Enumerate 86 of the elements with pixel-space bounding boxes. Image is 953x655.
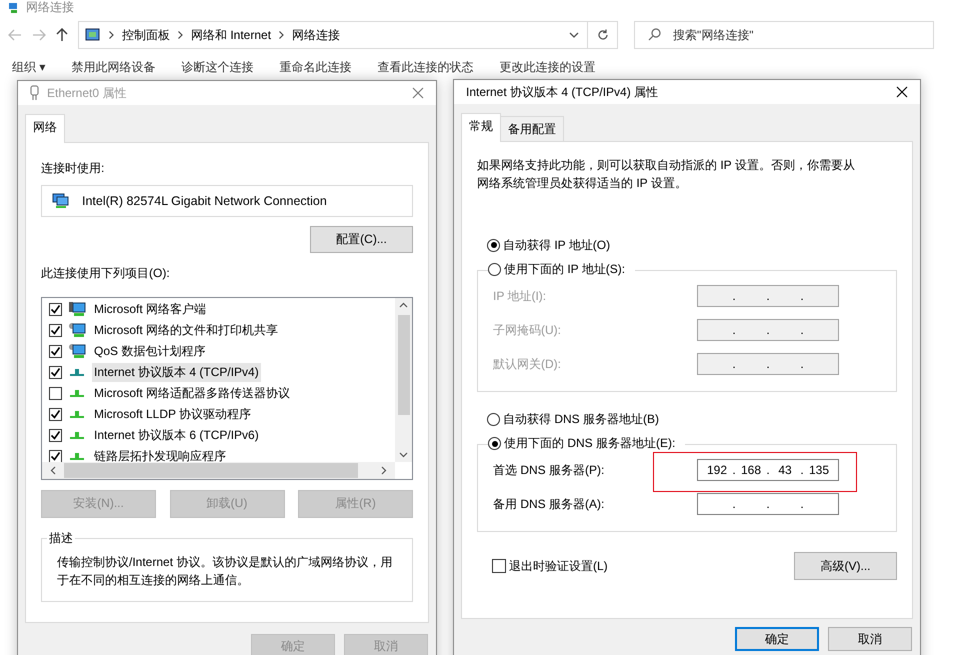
checkbox[interactable] <box>492 559 506 573</box>
network-adapter-icon <box>30 85 39 101</box>
network-computers-icon <box>52 192 70 209</box>
dropdown-icon[interactable] <box>569 32 579 38</box>
dialog-title: Internet 协议版本 4 (TCP/IPv4) 属性 <box>466 84 658 100</box>
list-item[interactable]: Internet 协议版本 4 (TCP/IPv4) <box>92 362 261 382</box>
toolbar-item[interactable]: 更改此连接的设置 <box>499 58 596 76</box>
radio-button[interactable] <box>487 412 500 426</box>
network-folder-icon <box>8 2 20 14</box>
list-item[interactable]: Microsoft 网络的文件和打印机共享 <box>92 320 280 340</box>
close-icon[interactable] <box>896 86 908 98</box>
checkbox[interactable] <box>49 408 62 421</box>
field-label: 备用 DNS 服务器(A): <box>493 496 606 512</box>
refresh-button[interactable] <box>588 21 618 49</box>
address-bar[interactable]: 控制面板 网络和 Internet 网络连接 <box>78 21 588 49</box>
radio-button[interactable] <box>488 437 501 450</box>
ip-address-field[interactable]: . . . <box>697 493 839 515</box>
radio-label[interactable]: 自动获得 DNS 服务器地址(B) <box>503 410 659 428</box>
dialog-button[interactable]: 确定 <box>735 627 819 651</box>
description-text: 传输控制协议/Internet 协议。该协议是默认的广域网络协议，用于在不同的相互连接的网络上通信。 <box>57 554 394 589</box>
up-arrow-icon[interactable] <box>56 28 68 42</box>
dialog-title: Ethernet0 属性 <box>47 84 126 102</box>
field-label: 首选 DNS 服务器(P): <box>493 462 606 478</box>
network-protocol-icon <box>70 368 84 376</box>
scroll-right-icon[interactable] <box>381 466 387 475</box>
checkbox[interactable] <box>49 302 62 316</box>
network-client-icon <box>68 301 86 318</box>
refresh-icon <box>596 29 608 41</box>
list-item[interactable]: Internet 协议版本 6 (TCP/IPv6) <box>92 426 261 445</box>
ip-address-field[interactable]: 192 . 168 . 43 . 135 <box>697 459 839 481</box>
chevron-icon <box>279 31 284 39</box>
network-service-icon <box>68 343 86 360</box>
breadcrumb[interactable]: 控制面板 <box>122 26 170 44</box>
network-protocol-icon <box>70 410 84 418</box>
network-protocol-icon <box>70 432 84 439</box>
control-panel-icon <box>85 27 101 43</box>
field-label: 子网掩码(U): <box>493 322 562 338</box>
radio-button[interactable] <box>487 238 500 252</box>
checkbox[interactable] <box>49 428 62 442</box>
tab[interactable]: 常规 <box>461 113 501 142</box>
list-item[interactable]: 链路层拓扑发现响应程序 <box>92 446 228 462</box>
scroll-left-icon[interactable] <box>50 466 56 475</box>
network-service-icon <box>68 322 86 338</box>
advanced-button[interactable]: 高级(V)... <box>794 552 897 580</box>
toolbar-item[interactable]: 组织 ▾ <box>12 58 46 76</box>
radio-label[interactable]: 使用下面的 IP 地址(S): <box>504 261 626 278</box>
checkbox[interactable] <box>49 450 62 462</box>
checkbox[interactable] <box>49 324 62 337</box>
configure-button[interactable]: 配置(C)... <box>310 226 413 253</box>
network-protocol-icon <box>70 452 84 460</box>
checkbox[interactable] <box>49 344 62 358</box>
window-title: 网络连接 <box>26 0 74 16</box>
toolbar-item[interactable]: 诊断这个连接 <box>181 58 254 76</box>
radio-label[interactable]: 自动获得 IP 地址(O) <box>503 236 610 254</box>
toolbar-item[interactable]: 禁用此网络设备 <box>71 58 156 76</box>
list-item[interactable]: Microsoft 网络客户端 <box>92 300 208 319</box>
field-label: 连接时使用: <box>41 160 106 177</box>
vertical-scrollbar[interactable] <box>395 298 412 462</box>
horizontal-scrollbar[interactable] <box>42 462 395 479</box>
checkbox-label[interactable]: 退出时验证设置(L) <box>509 558 608 574</box>
chevron-icon <box>178 31 183 39</box>
breadcrumb[interactable]: 网络和 Internet <box>191 26 272 44</box>
adapter-box: Intel(R) 82574L Gigabit Network Connection <box>41 185 413 217</box>
tab[interactable]: 备用配置 <box>500 116 564 141</box>
search-field[interactable]: 搜索"网络连接" <box>634 21 934 49</box>
tab[interactable]: 网络 <box>25 114 65 143</box>
scroll-up-icon[interactable] <box>399 302 408 308</box>
list-item[interactable]: Microsoft LLDP 协议驱动程序 <box>92 404 254 424</box>
network-protocol-icon <box>70 390 84 397</box>
dialog-button[interactable]: 取消 <box>828 627 912 651</box>
scroll-down-icon[interactable] <box>399 452 408 458</box>
toolbar-item[interactable]: 重命名此连接 <box>279 58 352 76</box>
list-item[interactable]: Microsoft 网络适配器多路传送器协议 <box>92 384 292 403</box>
checkbox[interactable] <box>49 386 62 400</box>
field-label: 默认网关(D): <box>493 356 562 372</box>
breadcrumb[interactable]: 网络连接 <box>292 26 340 44</box>
toolbar-item[interactable]: 查看此连接的状态 <box>377 58 474 76</box>
list-item[interactable]: QoS 数据包计划程序 <box>92 342 208 361</box>
group-title: 描述 <box>48 530 74 547</box>
radio-button[interactable] <box>488 263 501 276</box>
checkbox[interactable] <box>49 366 62 379</box>
field-label: 此连接使用下列项目(O): <box>41 264 171 282</box>
chevron-icon <box>109 31 114 39</box>
intro-text: 如果网络支持此功能，则可以获取自动指派的 IP 设置。否则，你需要从网络系统管理员处获得适当的 IP 设置。 <box>477 157 856 192</box>
field-label: IP 地址(I): <box>493 288 548 304</box>
search-icon <box>648 28 661 41</box>
